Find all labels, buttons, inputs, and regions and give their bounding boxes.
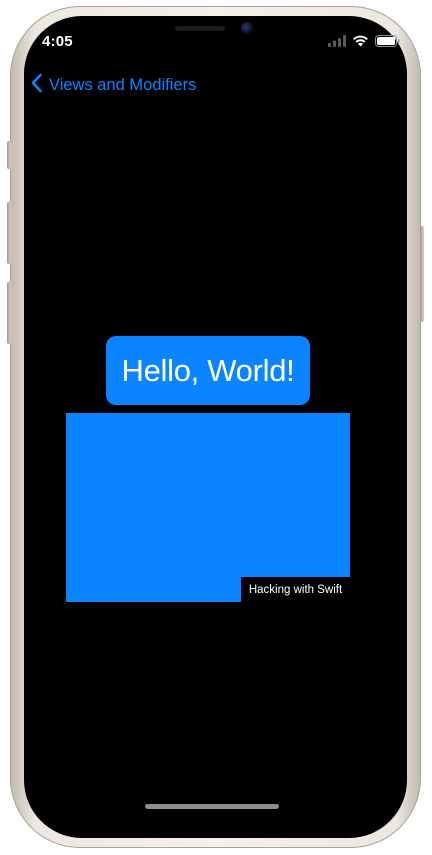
earpiece-speaker bbox=[175, 26, 225, 31]
wifi-icon bbox=[352, 34, 369, 52]
status-time: 4:05 bbox=[42, 33, 73, 50]
front-camera bbox=[241, 22, 253, 34]
battery-icon bbox=[375, 34, 400, 52]
blue-rectangle bbox=[66, 413, 350, 602]
volume-down-button bbox=[7, 282, 11, 344]
chevron-left-icon bbox=[30, 73, 43, 98]
caption-label: Hacking with Swift bbox=[241, 577, 350, 602]
home-indicator[interactable] bbox=[145, 804, 279, 809]
cellular-signal-icon bbox=[328, 34, 346, 52]
power-button bbox=[420, 226, 424, 322]
back-button-label: Views and Modifiers bbox=[49, 76, 197, 94]
back-button[interactable]: Views and Modifiers bbox=[30, 73, 196, 98]
status-icons bbox=[328, 34, 400, 52]
hello-world-label: Hello, World! bbox=[106, 336, 310, 405]
volume-up-button bbox=[7, 202, 11, 264]
action-button bbox=[7, 141, 11, 169]
